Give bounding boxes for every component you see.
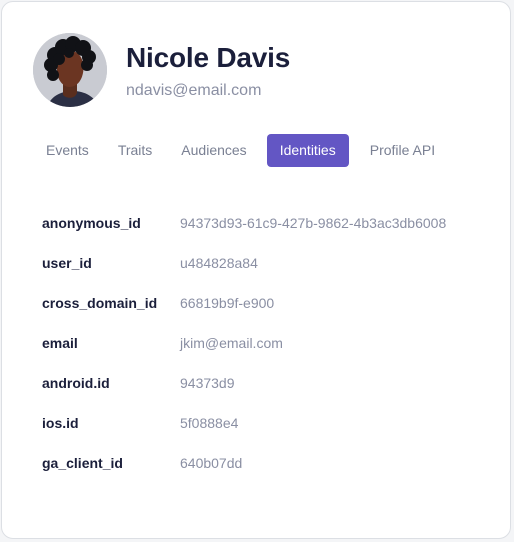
identity-value: 5f0888e4 <box>180 415 239 431</box>
identity-value: 640b07dd <box>180 455 243 471</box>
identity-row: android.id 94373d9 <box>42 363 446 403</box>
tab-events[interactable]: Events <box>32 134 103 167</box>
tab-audiences[interactable]: Audiences <box>167 134 260 167</box>
identity-key: android.id <box>42 375 110 391</box>
profile-card: Nicole Davis ndavis@email.com Events Tra… <box>1 1 511 539</box>
identity-value: u484828a84 <box>180 255 258 271</box>
tab-identities[interactable]: Identities <box>266 134 349 167</box>
identity-row: user_id u484828a84 <box>42 243 446 283</box>
identity-row: email jkim@email.com <box>42 323 446 363</box>
tab-profile-api[interactable]: Profile API <box>356 134 449 167</box>
identity-value: 94373d9 <box>180 375 235 391</box>
avatar-illustration <box>33 33 107 107</box>
identity-value: 66819b9f-e900 <box>180 295 275 311</box>
identity-key: ga_client_id <box>42 455 123 471</box>
profile-tabs: Events Traits Audiences Identities Profi… <box>32 134 449 167</box>
identity-key: cross_domain_id <box>42 295 158 311</box>
identity-row: cross_domain_id 66819b9f-e900 <box>42 283 446 323</box>
identities-list: anonymous_id 94373d93-61c9-427b-9862-4b3… <box>42 203 446 483</box>
identity-key: email <box>42 335 78 351</box>
profile-email: ndavis@email.com <box>126 82 262 99</box>
identity-key: user_id <box>42 255 92 271</box>
identity-row: anonymous_id 94373d93-61c9-427b-9862-4b3… <box>42 203 446 243</box>
identity-row: ios.id 5f0888e4 <box>42 403 446 443</box>
identity-key: anonymous_id <box>42 215 141 231</box>
profile-name: Nicole Davis <box>126 42 291 73</box>
avatar <box>33 33 107 107</box>
identity-row: ga_client_id 640b07dd <box>42 443 446 483</box>
identity-value: 94373d93-61c9-427b-9862-4b3ac3db6008 <box>180 215 447 231</box>
identity-value: jkim@email.com <box>180 335 283 351</box>
tab-traits[interactable]: Traits <box>104 134 166 167</box>
identity-key: ios.id <box>42 415 79 431</box>
